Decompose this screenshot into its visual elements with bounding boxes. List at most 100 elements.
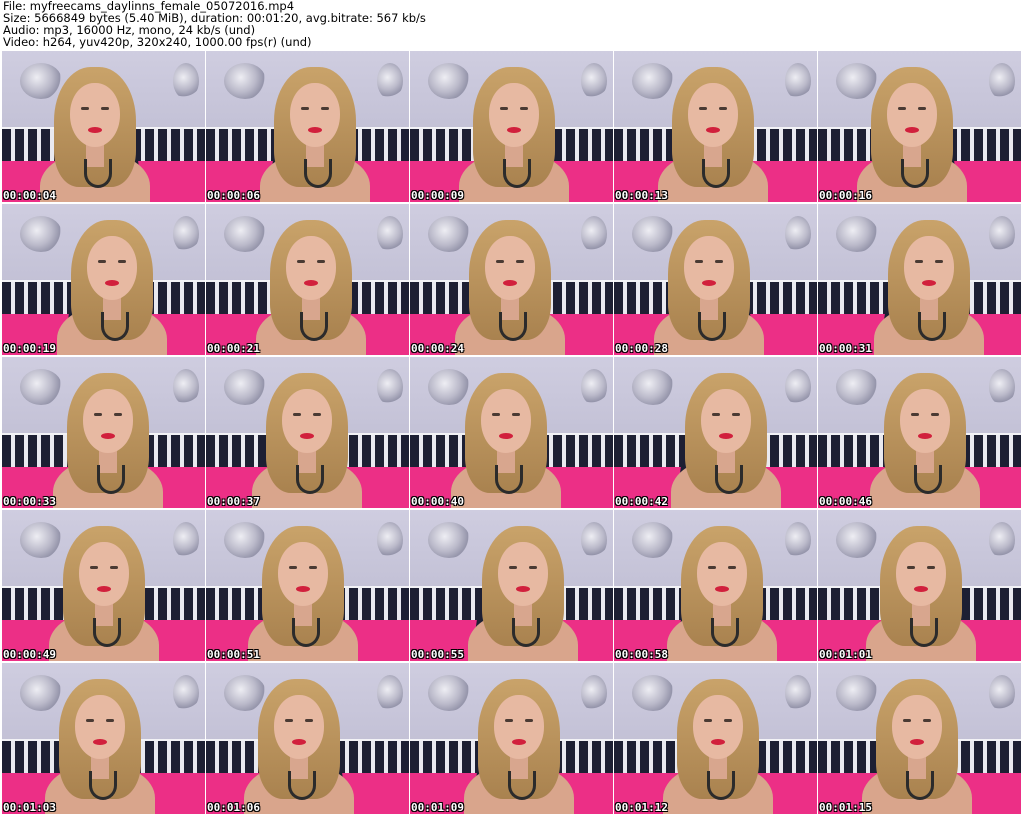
timestamp-label: 00:00:28 [615,342,668,355]
person-face [79,542,129,606]
necklace [495,465,523,494]
necklace [300,312,328,341]
video-thumbnail: 00:01:15 [818,663,1021,814]
timestamp-label: 00:01:15 [819,801,872,814]
video-thumbnail: 00:00:19 [2,204,205,355]
video-thumbnail: 00:00:28 [614,204,817,355]
video-thumbnail: 00:01:01 [818,510,1021,661]
person-face [684,236,734,300]
red-lips [308,127,322,133]
timestamp-label: 00:00:24 [411,342,464,355]
necklace [292,618,320,647]
red-lips [304,280,318,286]
red-lips [910,739,924,745]
video-thumbnail: 00:00:06 [206,51,409,202]
video-thumbnail: 00:01:03 [2,663,205,814]
chandelier-decor [836,216,878,252]
timestamp-label: 00:00:19 [3,342,56,355]
red-lips [93,739,107,745]
chandelier-decor [173,675,199,711]
timestamp-label: 00:00:49 [3,648,56,661]
video-thumbnail: 00:00:21 [206,204,409,355]
timestamp-label: 00:00:46 [819,495,872,508]
necklace [918,312,946,341]
video-thumbnail: 00:00:40 [410,357,613,508]
chandelier-decor [20,63,62,99]
person-face [494,695,544,759]
video-thumbnail: 00:00:33 [2,357,205,508]
timestamp-label: 00:00:13 [615,189,668,202]
chandelier-decor [428,369,470,405]
timestamp-label: 00:01:06 [207,801,260,814]
video-thumbnail: 00:00:46 [818,357,1021,508]
person-face [286,236,336,300]
person-face [282,389,332,453]
chandelier-decor [377,216,403,252]
red-lips [914,586,928,592]
timestamp-label: 00:00:37 [207,495,260,508]
chandelier-decor [989,63,1015,99]
chandelier-decor [632,369,674,405]
timestamp-label: 00:00:42 [615,495,668,508]
necklace [296,465,324,494]
chandelier-decor [785,522,811,558]
person-face [489,83,539,147]
chandelier-decor [173,522,199,558]
timestamp-label: 00:00:51 [207,648,260,661]
chandelier-decor [377,675,403,711]
person-face [887,83,937,147]
person-face [70,83,120,147]
person-face [688,83,738,147]
red-lips [507,127,521,133]
timestamp-label: 00:01:01 [819,648,872,661]
necklace [508,771,536,800]
red-lips [97,586,111,592]
necklace [512,618,540,647]
red-lips [711,739,725,745]
timestamp-label: 00:01:12 [615,801,668,814]
person-face [900,389,950,453]
red-lips [292,739,306,745]
chandelier-decor [581,216,607,252]
red-lips [300,433,314,439]
person-face [481,389,531,453]
thumbnail-grid: 00:00:04 00:00:06 00:00:09 00:00:13 00:00:16… [2,51,1022,814]
timestamp-label: 00:00:06 [207,189,260,202]
necklace [304,159,332,188]
red-lips [905,127,919,133]
necklace [707,771,735,800]
timestamp-label: 00:00:33 [3,495,56,508]
chandelier-decor [20,369,62,405]
person-face [892,695,942,759]
person-face [701,389,751,453]
chandelier-decor [785,369,811,405]
chandelier-decor [224,63,266,99]
chandelier-decor [428,522,470,558]
chandelier-decor [632,63,674,99]
video-thumbnail: 00:00:42 [614,357,817,508]
chandelier-decor [224,369,266,405]
red-lips [702,280,716,286]
video-thumbnail: 00:00:37 [206,357,409,508]
chandelier-decor [428,216,470,252]
video-thumbnail: 00:00:51 [206,510,409,661]
necklace [101,312,129,341]
chandelier-decor [581,369,607,405]
chandelier-decor [989,216,1015,252]
chandelier-decor [224,216,266,252]
chandelier-decor [989,522,1015,558]
red-lips [516,586,530,592]
necklace [910,618,938,647]
necklace [711,618,739,647]
timestamp-label: 00:00:31 [819,342,872,355]
necklace [93,618,121,647]
red-lips [105,280,119,286]
necklace [503,159,531,188]
chandelier-decor [173,369,199,405]
chandelier-decor [836,522,878,558]
necklace [499,312,527,341]
chandelier-decor [632,216,674,252]
chandelier-decor [989,675,1015,711]
necklace [914,465,942,494]
red-lips [512,739,526,745]
